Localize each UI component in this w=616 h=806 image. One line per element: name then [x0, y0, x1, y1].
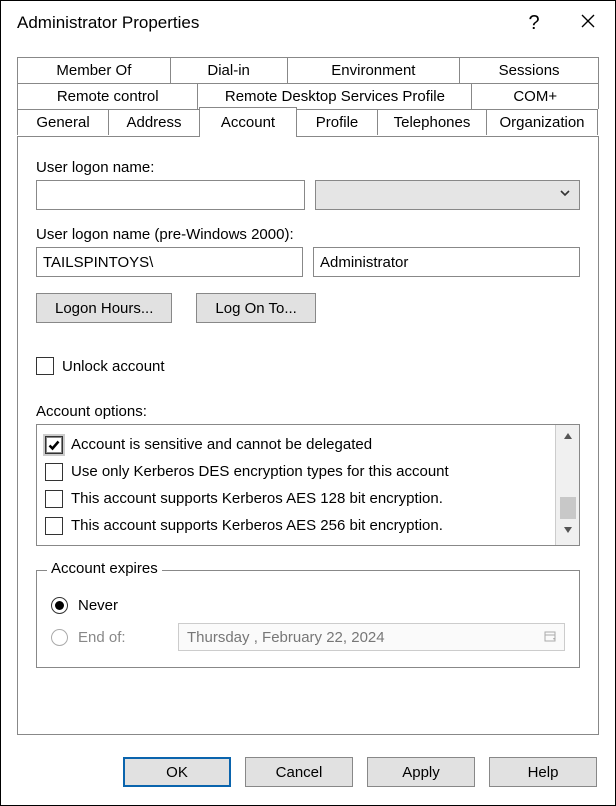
- ok-button[interactable]: OK: [123, 757, 231, 787]
- scroll-down-icon: [562, 523, 574, 541]
- unlock-account-checkbox[interactable]: [36, 357, 54, 375]
- logon-name-input[interactable]: [36, 180, 305, 210]
- option-sensitive-checkbox[interactable]: [45, 436, 63, 454]
- calendar-icon: [544, 629, 556, 646]
- dialog-window: Administrator Properties ? Member Of Dia…: [0, 0, 616, 806]
- option-des-checkbox[interactable]: [45, 463, 63, 481]
- domain-prefix-input[interactable]: [36, 247, 303, 277]
- tab-dial-in[interactable]: Dial-in: [170, 57, 288, 83]
- tab-strip: Member Of Dial-in Environment Sessions R…: [17, 57, 599, 137]
- expires-endof-label: End of:: [78, 629, 168, 646]
- titlebar: Administrator Properties ?: [1, 1, 615, 45]
- logon-hours-button[interactable]: Logon Hours...: [36, 293, 172, 323]
- option-aes256-checkbox[interactable]: [45, 517, 63, 535]
- log-on-to-button[interactable]: Log On To...: [196, 293, 315, 323]
- tab-remote-control[interactable]: Remote control: [17, 83, 198, 109]
- close-icon: [581, 14, 595, 33]
- samaccount-input[interactable]: [313, 247, 580, 277]
- scroll-thumb[interactable]: [560, 497, 576, 519]
- account-expires-group: Account expires Never End of: Thursday ,…: [36, 570, 580, 668]
- upn-suffix-combo[interactable]: [315, 180, 580, 210]
- window-title: Administrator Properties: [17, 13, 507, 33]
- tab-address[interactable]: Address: [108, 109, 200, 135]
- tab-environment[interactable]: Environment: [287, 57, 461, 83]
- apply-button[interactable]: Apply: [367, 757, 475, 787]
- logon-name-label: User logon name:: [36, 159, 580, 176]
- option-label: This account supports Kerberos AES 128 b…: [71, 490, 443, 507]
- account-options-list: Account is sensitive and cannot be deleg…: [36, 424, 580, 546]
- account-expires-legend: Account expires: [47, 560, 162, 577]
- expires-never-label: Never: [78, 597, 118, 614]
- option-aes128-checkbox[interactable]: [45, 490, 63, 508]
- close-button[interactable]: [561, 1, 615, 45]
- option-label: Account is sensitive and cannot be deleg…: [71, 436, 372, 453]
- unlock-account-label: Unlock account: [62, 358, 165, 375]
- options-scrollbar[interactable]: [555, 425, 579, 545]
- tab-general[interactable]: General: [17, 109, 109, 135]
- tab-member-of[interactable]: Member Of: [17, 57, 171, 83]
- tab-sessions[interactable]: Sessions: [459, 57, 599, 83]
- dialog-footer: OK Cancel Apply Help: [1, 743, 615, 805]
- expires-date-value: Thursday , February 22, 2024: [187, 629, 385, 646]
- tab-rds-profile[interactable]: Remote Desktop Services Profile: [197, 83, 472, 109]
- logon-pre2000-label: User logon name (pre-Windows 2000):: [36, 226, 580, 243]
- expires-endof-radio[interactable]: [51, 629, 68, 646]
- tab-profile[interactable]: Profile: [296, 109, 378, 135]
- tab-account[interactable]: Account: [199, 107, 297, 137]
- option-label: This account supports Kerberos AES 256 b…: [71, 517, 443, 534]
- expires-date-picker: Thursday , February 22, 2024: [178, 623, 565, 651]
- account-options-label: Account options:: [36, 403, 580, 420]
- tab-telephones[interactable]: Telephones: [377, 109, 487, 135]
- question-icon: ?: [528, 12, 539, 35]
- help-button[interactable]: ?: [507, 1, 561, 45]
- tab-com-plus[interactable]: COM+: [471, 83, 599, 109]
- chevron-down-icon: [559, 186, 571, 204]
- dialog-content: Member Of Dial-in Environment Sessions R…: [1, 45, 615, 743]
- tab-organization[interactable]: Organization: [486, 109, 598, 135]
- cancel-button[interactable]: Cancel: [245, 757, 353, 787]
- option-label: Use only Kerberos DES encryption types f…: [71, 463, 449, 480]
- expires-never-radio[interactable]: [51, 597, 68, 614]
- account-panel: User logon name: User logon name (pre-Wi…: [17, 136, 599, 735]
- scroll-up-icon: [562, 429, 574, 447]
- help-footer-button[interactable]: Help: [489, 757, 597, 787]
